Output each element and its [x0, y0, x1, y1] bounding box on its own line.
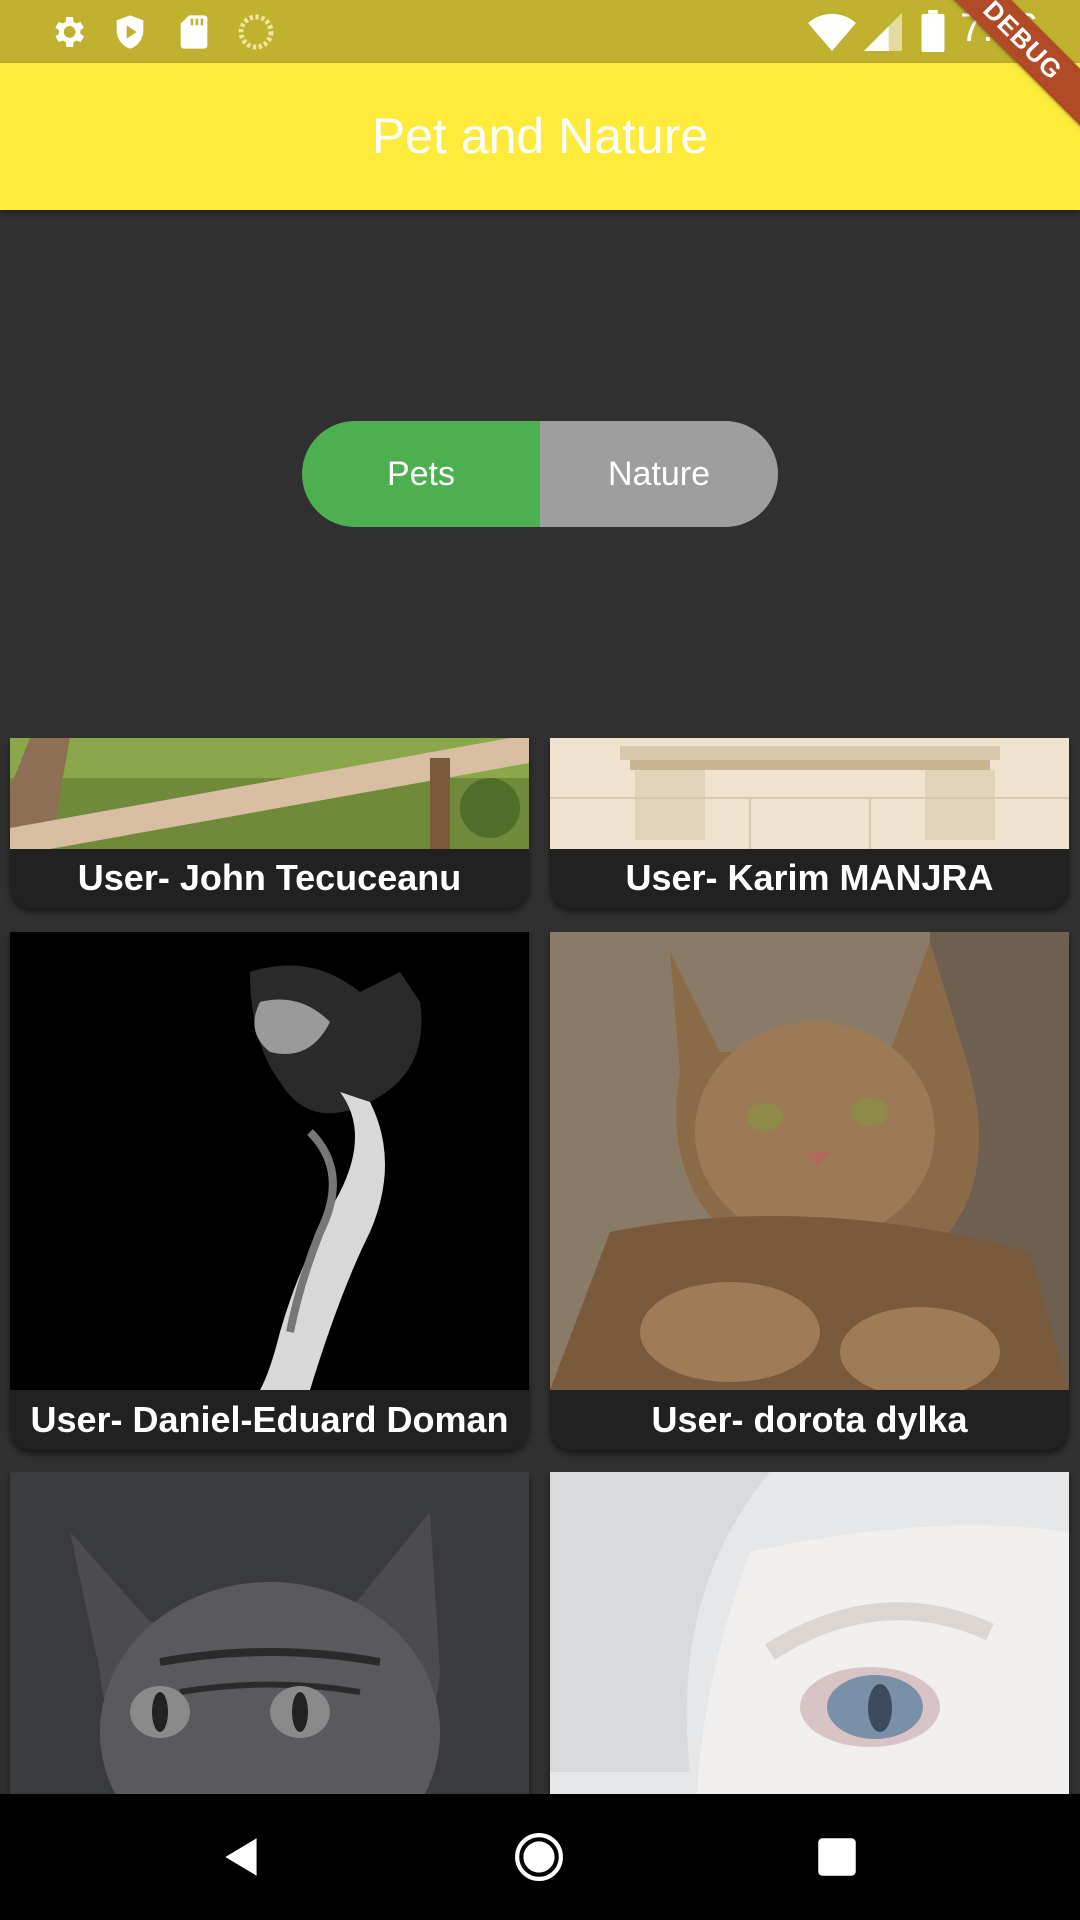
navigation-bar [0, 1794, 1080, 1920]
wifi-icon [808, 13, 856, 51]
app-bar: Pet and Nature [0, 63, 1080, 210]
home-circle-icon[interactable] [514, 1832, 564, 1882]
photo-card[interactable]: User- Karim MANJRA [550, 738, 1069, 908]
photo-card[interactable] [10, 1472, 529, 1794]
black-white-cat-in-shadow-photo [10, 932, 529, 1390]
card-caption: User- John Tecuceanu [77, 857, 462, 898]
shield-icon [116, 15, 144, 49]
status-bar: 7:06 [0, 0, 1080, 63]
loading-circle-icon [238, 14, 274, 50]
toggle-nature-button[interactable]: Nature [540, 421, 778, 527]
back-triangle-icon[interactable] [217, 1832, 267, 1882]
white-cat-blue-eye-closeup-photo [550, 1472, 1069, 1794]
battery-icon [921, 10, 945, 52]
photo-card[interactable]: User- Daniel-Eduard Doman [10, 932, 529, 1450]
card-caption: User- dorota dylka [651, 1399, 968, 1440]
card-caption: User- Karim MANJRA [625, 857, 994, 898]
page-title: Pet and Nature [371, 108, 709, 164]
recents-square-icon[interactable] [812, 1832, 862, 1882]
signal-icon [864, 13, 902, 51]
toggle-pets-button[interactable]: Pets [302, 421, 540, 527]
wooden-fence-grass-photo [10, 738, 529, 849]
photo-card[interactable]: User- John Tecuceanu [10, 738, 529, 908]
photo-card[interactable]: User- dorota dylka [550, 932, 1069, 1450]
gear-icon [55, 17, 84, 47]
grayscale-tabby-kitten-photo [10, 1472, 529, 1794]
photo-grid[interactable]: User- John Tecuceanu User- Karim MANJRA … [0, 738, 1080, 1794]
card-caption: User- Daniel-Eduard Doman [30, 1399, 509, 1440]
category-toggle: Pets Nature [302, 421, 778, 527]
sd-card-icon [180, 15, 208, 49]
stone-building-cornice-photo [550, 738, 1069, 849]
photo-card[interactable] [550, 1472, 1069, 1794]
tabby-cat-lying-photo [550, 932, 1069, 1390]
